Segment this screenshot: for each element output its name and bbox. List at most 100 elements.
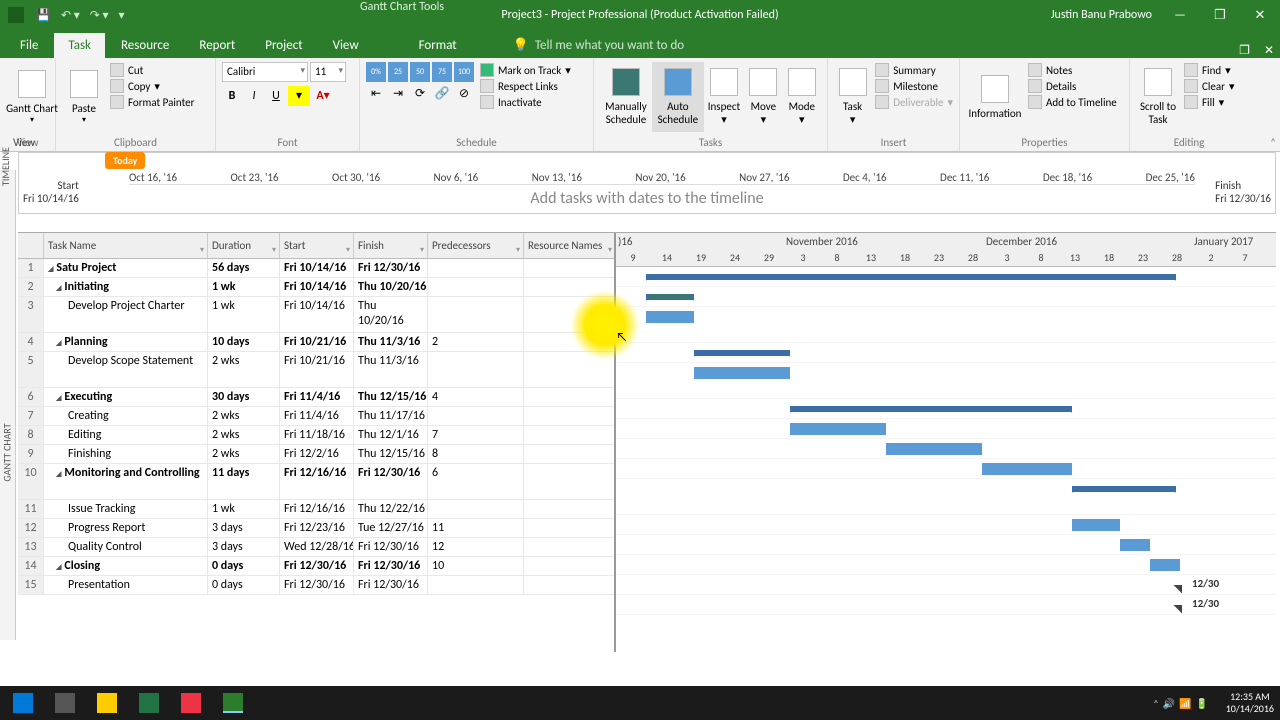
brush-icon xyxy=(110,95,124,109)
table-row[interactable]: 14Closing0 daysFri 12/30/16Fri 12/30/161… xyxy=(18,557,614,576)
bold-button[interactable]: B xyxy=(222,86,242,106)
details-button[interactable]: Details xyxy=(1028,78,1117,94)
table-row[interactable]: 5Develop Scope Statement2 wksFri 10/21/1… xyxy=(18,352,614,388)
close-button[interactable]: ✕ xyxy=(1248,8,1272,23)
table-row[interactable]: 9Finishing2 wksFri 12/2/16Thu 12/15/168 xyxy=(18,445,614,464)
inactivate-button[interactable]: Inactivate xyxy=(480,94,571,110)
tab-file[interactable]: File xyxy=(6,33,52,58)
clear-button[interactable]: Clear▾ xyxy=(1184,78,1235,94)
font-size-combo[interactable]: 11 xyxy=(310,62,346,82)
table-row[interactable]: 3Develop Project Charter1 wkFri 10/14/16… xyxy=(18,297,614,333)
view-sidebar[interactable]: TIMELINE GANTT CHART xyxy=(0,170,16,640)
system-tray[interactable]: ˄🔊📶🔋 xyxy=(1153,697,1208,710)
clock[interactable]: 12:35 AM10/14/2016 xyxy=(1226,691,1274,715)
table-row[interactable]: 2Initiating1 wkFri 10/14/16Thu 10/20/16 xyxy=(18,278,614,297)
fill-button[interactable]: Fill▾ xyxy=(1184,94,1235,110)
tab-report[interactable]: Report xyxy=(185,33,249,58)
paste-button[interactable]: Paste▾ xyxy=(62,62,106,132)
qat-save-icon[interactable]: 💾 xyxy=(36,8,51,23)
pct-75-button[interactable]: 75 xyxy=(432,62,452,82)
font-color-button[interactable]: A▾ xyxy=(312,86,334,106)
tab-format[interactable]: Format xyxy=(405,33,471,58)
file-explorer-button[interactable] xyxy=(88,689,126,717)
tell-me-search[interactable]: 💡Tell me what you want to do xyxy=(513,38,685,58)
deliverable-button[interactable]: Deliverable▾ xyxy=(875,94,953,110)
mode-button[interactable]: Mode▾ xyxy=(783,62,821,132)
find-button[interactable]: Find ▾ xyxy=(1184,62,1235,78)
add-timeline-button[interactable]: Add to Timeline xyxy=(1028,94,1117,110)
mark-on-track-button[interactable]: Mark on Track ▾ xyxy=(480,62,571,78)
auto-schedule-button[interactable]: Auto Schedule xyxy=(652,62,704,132)
qat-redo-icon[interactable]: ↷ ▾ xyxy=(90,8,109,23)
tab-resource[interactable]: Resource xyxy=(107,33,183,58)
excel-button[interactable] xyxy=(130,689,168,717)
table-row[interactable]: 10Monitoring and Controlling11 daysFri 1… xyxy=(18,464,614,500)
notes-button[interactable]: Notes xyxy=(1028,62,1117,78)
gantt-timescale[interactable]: )16 November 2016 December 2016 January … xyxy=(616,233,1276,267)
highlight-button[interactable]: ▾ xyxy=(288,86,310,106)
col-resources[interactable]: Resource Names xyxy=(524,233,616,258)
inspect-button[interactable]: Inspect▾ xyxy=(704,62,744,132)
minimize-button[interactable]: — xyxy=(1168,8,1192,23)
table-row[interactable]: 12Progress Report3 daysFri 12/23/16Tue 1… xyxy=(18,519,614,538)
qat-more-icon[interactable]: ▾ xyxy=(119,8,125,23)
table-row[interactable]: 6Executing30 daysFri 11/4/16Thu 12/15/16… xyxy=(18,388,614,407)
table-row[interactable]: 13Quality Control3 daysWed 12/28/16Fri 1… xyxy=(18,538,614,557)
pct-25-button[interactable]: 25 xyxy=(388,62,408,82)
outdent-button[interactable]: ⇤ xyxy=(366,84,386,104)
gantt-chart-button[interactable]: Gantt Chart▾ xyxy=(6,62,58,132)
chrome-button[interactable] xyxy=(172,689,210,717)
table-row[interactable]: 7Creating2 wksFri 11/4/16Thu 11/17/16 xyxy=(18,407,614,426)
table-row[interactable]: 8Editing2 wksFri 11/18/16Thu 12/1/167 xyxy=(18,426,614,445)
fill-label: Fill xyxy=(1202,96,1215,109)
qat-undo-icon[interactable]: ↶ ▾ xyxy=(61,8,80,23)
task-grid[interactable]: Task Name Duration Start Finish Predeces… xyxy=(18,233,616,652)
tab-project[interactable]: Project xyxy=(251,33,316,58)
underline-button[interactable]: U xyxy=(266,86,286,106)
table-row[interactable]: 4Planning10 daysFri 10/21/16Thu 11/3/162 xyxy=(18,333,614,352)
col-start[interactable]: Start xyxy=(280,233,354,258)
unlink-button[interactable]: ⊘ xyxy=(454,84,474,104)
start-button[interactable] xyxy=(4,689,42,717)
scroll-to-task-button[interactable]: Scroll to Task xyxy=(1136,62,1180,132)
ribbon-restore-icon[interactable]: ❐ xyxy=(1239,43,1250,58)
column-headers[interactable]: Task Name Duration Start Finish Predeces… xyxy=(18,233,614,259)
milestone-button[interactable]: Milestone xyxy=(875,78,953,94)
taskview-button[interactable] xyxy=(46,689,84,717)
task-insert-label: Task xyxy=(843,100,862,113)
ribbon-close-icon[interactable]: ✕ xyxy=(1264,43,1274,58)
pct-0-button[interactable]: 0% xyxy=(366,62,386,82)
information-button[interactable]: Information xyxy=(966,62,1024,132)
summary-button[interactable]: Summary xyxy=(875,62,953,78)
indent-button[interactable]: ⇥ xyxy=(388,84,408,104)
table-row[interactable]: 15Presentation0 daysFri 12/30/16Fri 12/3… xyxy=(18,576,614,595)
copy-button[interactable]: Copy ▾ xyxy=(110,78,194,94)
task-insert-button[interactable]: Task▾ xyxy=(834,62,871,132)
col-finish[interactable]: Finish xyxy=(354,233,428,258)
tab-view[interactable]: View xyxy=(319,33,373,58)
col-duration[interactable]: Duration xyxy=(208,233,280,258)
tab-task[interactable]: Task xyxy=(54,33,105,58)
font-name-combo[interactable]: Calibri xyxy=(222,62,308,82)
pct-50-button[interactable]: 50 xyxy=(410,62,430,82)
update-button[interactable]: ⟳ xyxy=(410,84,430,104)
format-painter-button[interactable]: Format Painter xyxy=(110,94,194,110)
col-predecessors[interactable]: Predecessors xyxy=(428,233,524,258)
col-taskname[interactable]: Task Name xyxy=(44,233,208,258)
link-button[interactable]: 🔗 xyxy=(432,84,452,104)
timeline-panel[interactable]: Today StartFri 10/14/16 FinishFri 12/30/… xyxy=(18,152,1276,214)
windows-taskbar[interactable]: ˄🔊📶🔋 12:35 AM10/14/2016 xyxy=(0,686,1280,720)
respect-links-button[interactable]: Respect Links xyxy=(480,78,571,94)
table-row[interactable]: 1Satu Project56 daysFri 10/14/16Fri 12/3… xyxy=(18,259,614,278)
maximize-button[interactable]: ❐ xyxy=(1208,8,1232,23)
move-button[interactable]: Move▾ xyxy=(744,62,782,132)
italic-button[interactable]: I xyxy=(244,86,264,106)
cut-button[interactable]: Cut xyxy=(110,62,194,78)
collapse-ribbon-icon[interactable]: ˄ xyxy=(1270,136,1276,149)
clear-label: Clear xyxy=(1202,80,1225,93)
manual-schedule-button[interactable]: Manually Schedule xyxy=(600,62,652,132)
table-row[interactable]: 11Issue Tracking1 wkFri 12/16/16Thu 12/2… xyxy=(18,500,614,519)
pct-100-button[interactable]: 100 xyxy=(454,62,474,82)
gantt-chart[interactable]: )16 November 2016 December 2016 January … xyxy=(616,233,1276,652)
project-button[interactable] xyxy=(214,689,252,717)
